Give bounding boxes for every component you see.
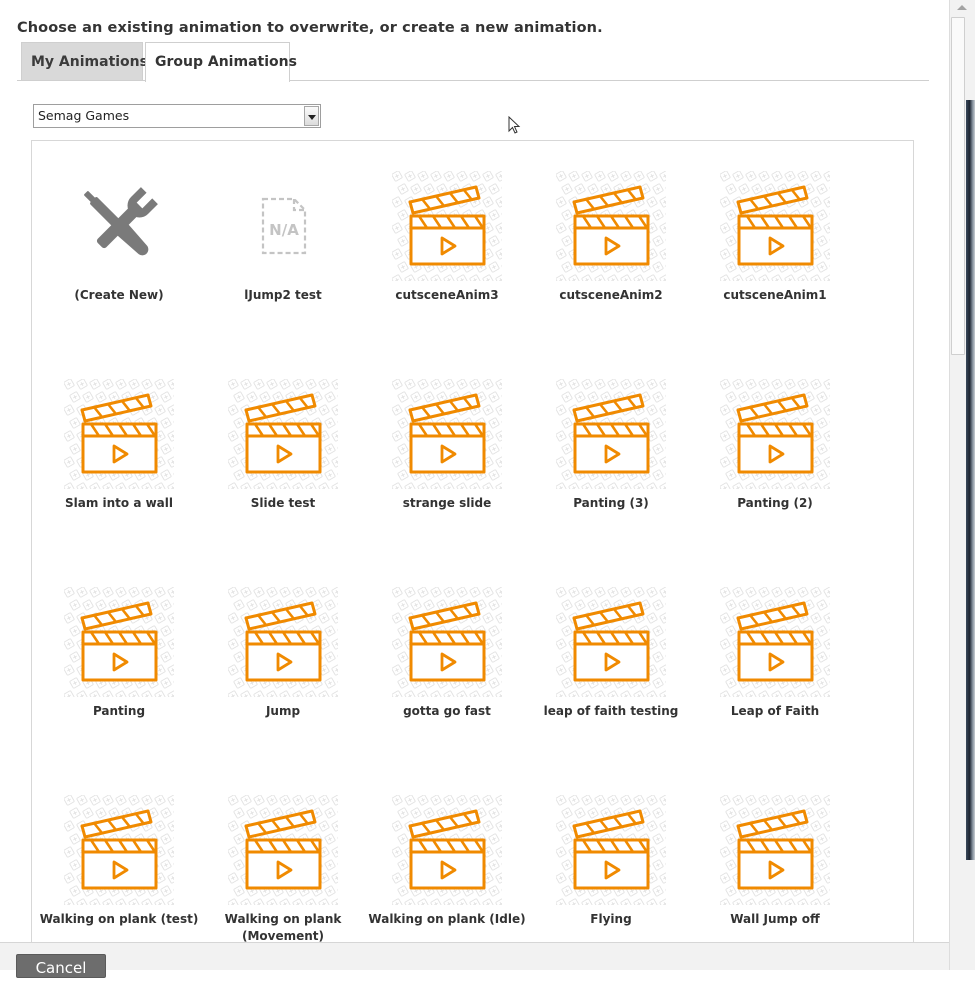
clapperboard-icon[interactable] — [64, 587, 174, 697]
clapperboard-icon[interactable] — [556, 587, 666, 697]
animation-item-label: Panting — [39, 703, 199, 720]
animation-item[interactable]: leap of faith testing — [546, 587, 710, 795]
animation-item-label: gotta go fast — [367, 703, 527, 720]
scroll-up-arrow-icon[interactable] — [949, 0, 975, 16]
clapperboard-icon[interactable] — [720, 379, 830, 489]
scrollbar-thumb[interactable] — [951, 17, 965, 355]
clapperboard-icon[interactable] — [720, 171, 830, 281]
tab-my-animations[interactable]: My Animations — [21, 42, 143, 81]
chevron-down-icon[interactable] — [304, 106, 319, 126]
clapperboard-icon[interactable] — [556, 379, 666, 489]
animation-item-label: cutsceneAnim1 — [695, 287, 855, 304]
clapperboard-icon[interactable] — [392, 795, 502, 905]
animation-grid: (Create New) N/A lJump2 test — [54, 171, 874, 970]
animation-item-label: (Create New) — [39, 287, 199, 304]
group-select-value: Semag Games — [38, 108, 129, 123]
background-window-edge — [966, 100, 975, 860]
mouse-cursor-icon — [508, 116, 522, 136]
animation-item-label: Walking on plank (Idle) — [367, 911, 527, 928]
svg-text:N/A: N/A — [269, 221, 299, 239]
animation-item[interactable]: Panting — [54, 587, 218, 795]
cancel-button[interactable]: Cancel — [16, 954, 106, 978]
instruction-text: Choose an existing animation to overwrit… — [17, 20, 603, 36]
clapperboard-icon[interactable] — [228, 379, 338, 489]
animation-item-label: Walking on plank (test) — [39, 911, 199, 928]
animation-item-label: Leap of Faith — [695, 703, 855, 720]
footer-bar — [0, 942, 950, 970]
animation-item[interactable]: cutsceneAnim2 — [546, 171, 710, 379]
clapperboard-icon[interactable] — [392, 587, 502, 697]
animation-item-label: Slide test — [203, 495, 363, 512]
animation-grid-panel: (Create New) N/A lJump2 test — [31, 140, 914, 970]
animation-item[interactable]: Slide test — [218, 379, 382, 587]
animation-item-label: cutsceneAnim2 — [531, 287, 691, 304]
animation-item-label: Panting (2) — [695, 495, 855, 512]
clapperboard-icon[interactable] — [720, 587, 830, 697]
animation-item[interactable]: cutsceneAnim1 — [710, 171, 874, 379]
clapperboard-icon[interactable] — [228, 795, 338, 905]
animation-item-label: Flying — [531, 911, 691, 928]
clapperboard-icon[interactable] — [392, 379, 502, 489]
animation-item-label: Slam into a wall — [39, 495, 199, 512]
group-select[interactable]: Semag Games — [33, 104, 321, 128]
tab-group-animations[interactable]: Group Animations — [145, 42, 290, 82]
animation-item[interactable]: N/A lJump2 test — [218, 171, 382, 379]
animation-item[interactable]: cutsceneAnim3 — [382, 171, 546, 379]
animation-item[interactable]: Slam into a wall — [54, 379, 218, 587]
animation-item-label: Panting (3) — [531, 495, 691, 512]
animation-item-label: Jump — [203, 703, 363, 720]
animation-item[interactable]: strange slide — [382, 379, 546, 587]
clapperboard-icon[interactable] — [64, 379, 174, 489]
animation-item[interactable]: Panting (3) — [546, 379, 710, 587]
clapperboard-icon[interactable] — [228, 587, 338, 697]
animation-item-label: lJump2 test — [203, 287, 363, 304]
animation-item[interactable]: Jump — [218, 587, 382, 795]
wrench-screwdriver-icon[interactable] — [64, 171, 174, 281]
clapperboard-icon[interactable] — [556, 795, 666, 905]
clapperboard-icon[interactable] — [64, 795, 174, 905]
animation-item-label: cutsceneAnim3 — [367, 287, 527, 304]
animation-item-label: leap of faith testing — [531, 703, 691, 720]
animation-item[interactable]: Panting (2) — [710, 379, 874, 587]
animation-item-label: Wall Jump off — [695, 911, 855, 928]
animation-item[interactable]: (Create New) — [54, 171, 218, 379]
animation-item-label: strange slide — [367, 495, 527, 512]
animation-item-label: Walking on plank (Movement) — [203, 911, 363, 945]
clapperboard-icon[interactable] — [556, 171, 666, 281]
animation-item[interactable]: gotta go fast — [382, 587, 546, 795]
clapperboard-icon[interactable] — [392, 171, 502, 281]
na-placeholder-icon[interactable]: N/A — [228, 171, 338, 281]
animation-item[interactable]: Leap of Faith — [710, 587, 874, 795]
clapperboard-icon[interactable] — [720, 795, 830, 905]
